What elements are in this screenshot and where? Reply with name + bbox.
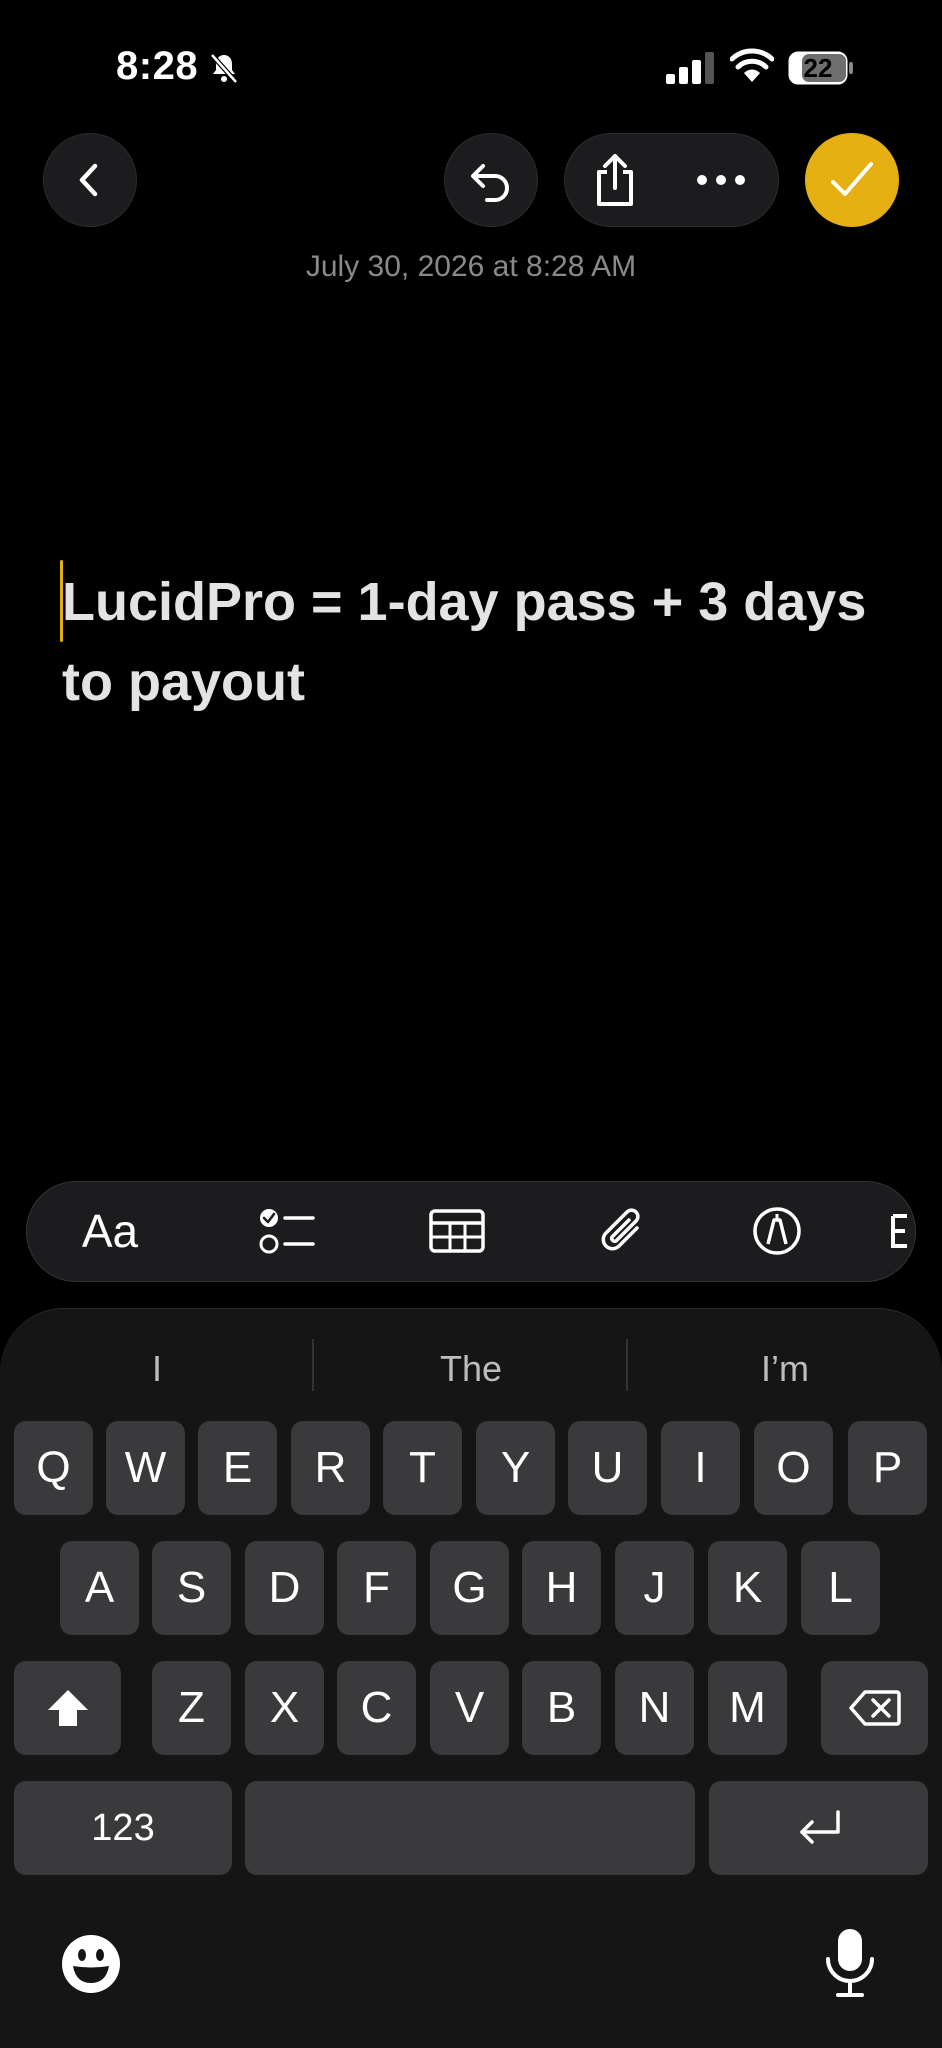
key-s[interactable]: S [152,1541,231,1635]
key-c[interactable]: C [337,1661,416,1755]
share-more-group [564,133,779,227]
chevron-left-icon [79,163,98,197]
key-g[interactable]: G [430,1541,509,1635]
markup-button[interactable] [717,1182,837,1280]
key-j[interactable]: J [615,1541,694,1635]
checklist-icon [259,1209,315,1254]
key-d[interactable]: D [245,1541,324,1635]
key-k[interactable]: K [708,1541,787,1635]
paperclip-icon [601,1208,640,1251]
share-button[interactable] [565,134,665,225]
key-y[interactable]: Y [476,1421,555,1515]
key-p[interactable]: P [848,1421,927,1515]
key-h[interactable]: H [522,1541,601,1635]
space-key[interactable] [245,1781,695,1875]
text-format-button[interactable]: Aa [55,1182,165,1280]
undo-arrow-icon [471,164,509,202]
back-button[interactable] [43,133,137,227]
key-b[interactable]: B [522,1661,601,1755]
shift-arrow-icon [47,1690,88,1726]
emoji-button[interactable] [60,1933,122,1995]
done-button[interactable] [805,133,899,227]
ellipsis-icon [697,174,745,185]
shift-key[interactable] [14,1661,121,1755]
formatting-toolbar: Aa [26,1181,916,1282]
key-a[interactable]: A [60,1541,139,1635]
checklist-button[interactable] [227,1182,347,1280]
checkmark-icon [831,162,873,196]
status-time: 8:28 [116,44,199,88]
share-icon [597,153,633,206]
key-e[interactable]: E [198,1421,277,1515]
markup-pen-icon [753,1207,801,1255]
partial-icon [891,1214,907,1248]
writing-tools-button[interactable] [879,1182,915,1280]
suggestion-2[interactable]: The [314,1339,628,1399]
cellular-signal-icon [666,52,714,84]
undo-button[interactable] [444,133,538,227]
more-options-button[interactable] [665,134,777,225]
key-u[interactable]: U [568,1421,647,1515]
backspace-icon [848,1690,901,1726]
key-n[interactable]: N [615,1661,694,1755]
key-o[interactable]: O [754,1421,833,1515]
key-t[interactable]: T [383,1421,462,1515]
key-z[interactable]: Z [152,1661,231,1755]
delete-key[interactable] [821,1661,928,1755]
attachment-button[interactable] [562,1182,682,1280]
key-q[interactable]: Q [14,1421,93,1515]
battery-indicator: 22 [788,51,854,85]
key-f[interactable]: F [337,1541,416,1635]
silent-bell-icon [210,53,238,84]
keyboard: I The I’m Q W E R T Y U I O P A S D F G … [0,1308,942,2048]
key-r[interactable]: R [291,1421,370,1515]
table-button[interactable] [397,1182,517,1280]
key-w[interactable]: W [106,1421,185,1515]
return-arrow-icon [799,1810,840,1844]
key-m[interactable]: M [708,1661,787,1755]
table-icon [429,1209,485,1253]
wifi-icon [730,48,774,82]
microphone-icon [826,1929,874,1997]
key-v[interactable]: V [430,1661,509,1755]
note-date: July 30, 2026 at 8:28 AM [305,250,637,283]
key-i[interactable]: I [661,1421,740,1515]
key-x[interactable]: X [245,1661,324,1755]
key-l[interactable]: L [801,1541,880,1635]
battery-level: 22 [803,53,833,83]
suggestion-3[interactable]: I’m [628,1339,942,1399]
dictation-button[interactable] [822,1927,878,1999]
note-text[interactable]: LucidPro = 1-day pass + 3 days to payout [62,562,882,722]
numbers-key[interactable]: 123 [14,1781,232,1875]
return-key[interactable] [709,1781,928,1875]
emoji-icon [62,1935,120,1993]
suggestion-1[interactable]: I [0,1339,314,1399]
